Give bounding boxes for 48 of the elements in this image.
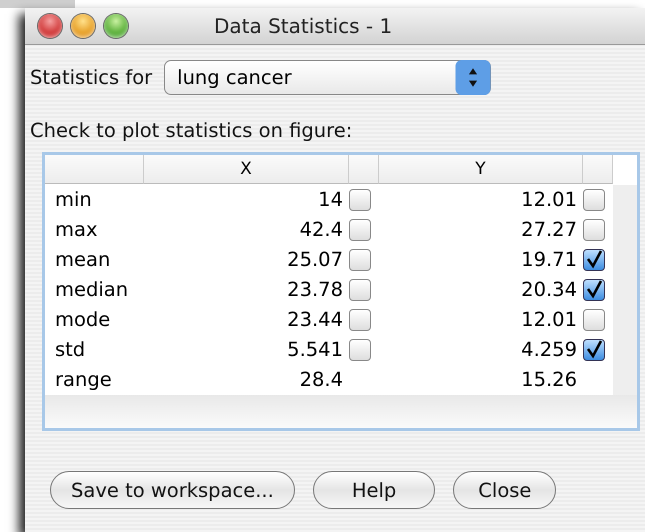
column-header [349, 155, 379, 184]
table-cell-text: median [54, 277, 130, 303]
checkbox[interactable] [349, 309, 371, 331]
minimize-window-button[interactable] [71, 14, 95, 38]
column-header: X [144, 155, 349, 184]
checkbox[interactable] [349, 219, 371, 241]
column-header: Y [379, 155, 583, 184]
checkbox[interactable] [583, 279, 605, 301]
checkbox[interactable] [583, 249, 605, 271]
dialog-button[interactable]: Close [453, 471, 556, 509]
checkbox[interactable] [583, 339, 605, 361]
table-cell-text: 12.01 [520, 187, 578, 213]
zoom-window-button[interactable] [104, 14, 128, 38]
checkbox[interactable] [349, 189, 371, 211]
close-window-button[interactable] [38, 14, 62, 38]
dataset-dropdown[interactable]: lung cancer [164, 60, 492, 94]
instruction-text: Check to plot statistics on figure: [30, 119, 354, 142]
checkbox[interactable] [583, 309, 605, 331]
dialog-button[interactable]: Help [312, 471, 436, 509]
statistics-for-label: Statistics for [30, 66, 152, 88]
table-cell-text: 4.259 [520, 337, 578, 363]
table-cell-text: 42.4 [298, 217, 344, 243]
table-cell-text: std [54, 337, 86, 363]
table-cell-text: range [54, 367, 113, 393]
table-cell-text: 20.34 [520, 277, 578, 303]
table-cell-text: mode [54, 307, 112, 333]
table-cell-text: 23.78 [286, 277, 344, 303]
checkbox[interactable] [583, 219, 605, 241]
table-cell-text: 15.26 [520, 367, 578, 393]
checkbox[interactable] [583, 189, 605, 211]
table-cell-text: max [54, 217, 98, 243]
table-cell-text: 5.541 [286, 337, 344, 363]
table-cell-text: 14 [317, 187, 344, 213]
table-cell-text: 23.44 [286, 307, 344, 333]
dialog-button[interactable]: Save to workspace... [50, 471, 295, 509]
checkbox[interactable] [349, 339, 371, 361]
checkbox[interactable] [349, 249, 371, 271]
dropdown-arrows-icon [455, 60, 492, 94]
checkbox[interactable] [349, 279, 371, 301]
table-cell-text: 12.01 [520, 307, 578, 333]
window-title: Data Statistics - 1 [214, 14, 392, 38]
table-cell-text: 19.71 [520, 247, 578, 273]
table-cell-text: min [54, 187, 93, 213]
table-cell-text: 28.4 [298, 367, 344, 393]
table-cell-text: mean [54, 247, 112, 273]
column-header [583, 155, 613, 184]
table-cell-text: 25.07 [286, 247, 344, 273]
table-cell-text: 27.27 [520, 217, 578, 243]
